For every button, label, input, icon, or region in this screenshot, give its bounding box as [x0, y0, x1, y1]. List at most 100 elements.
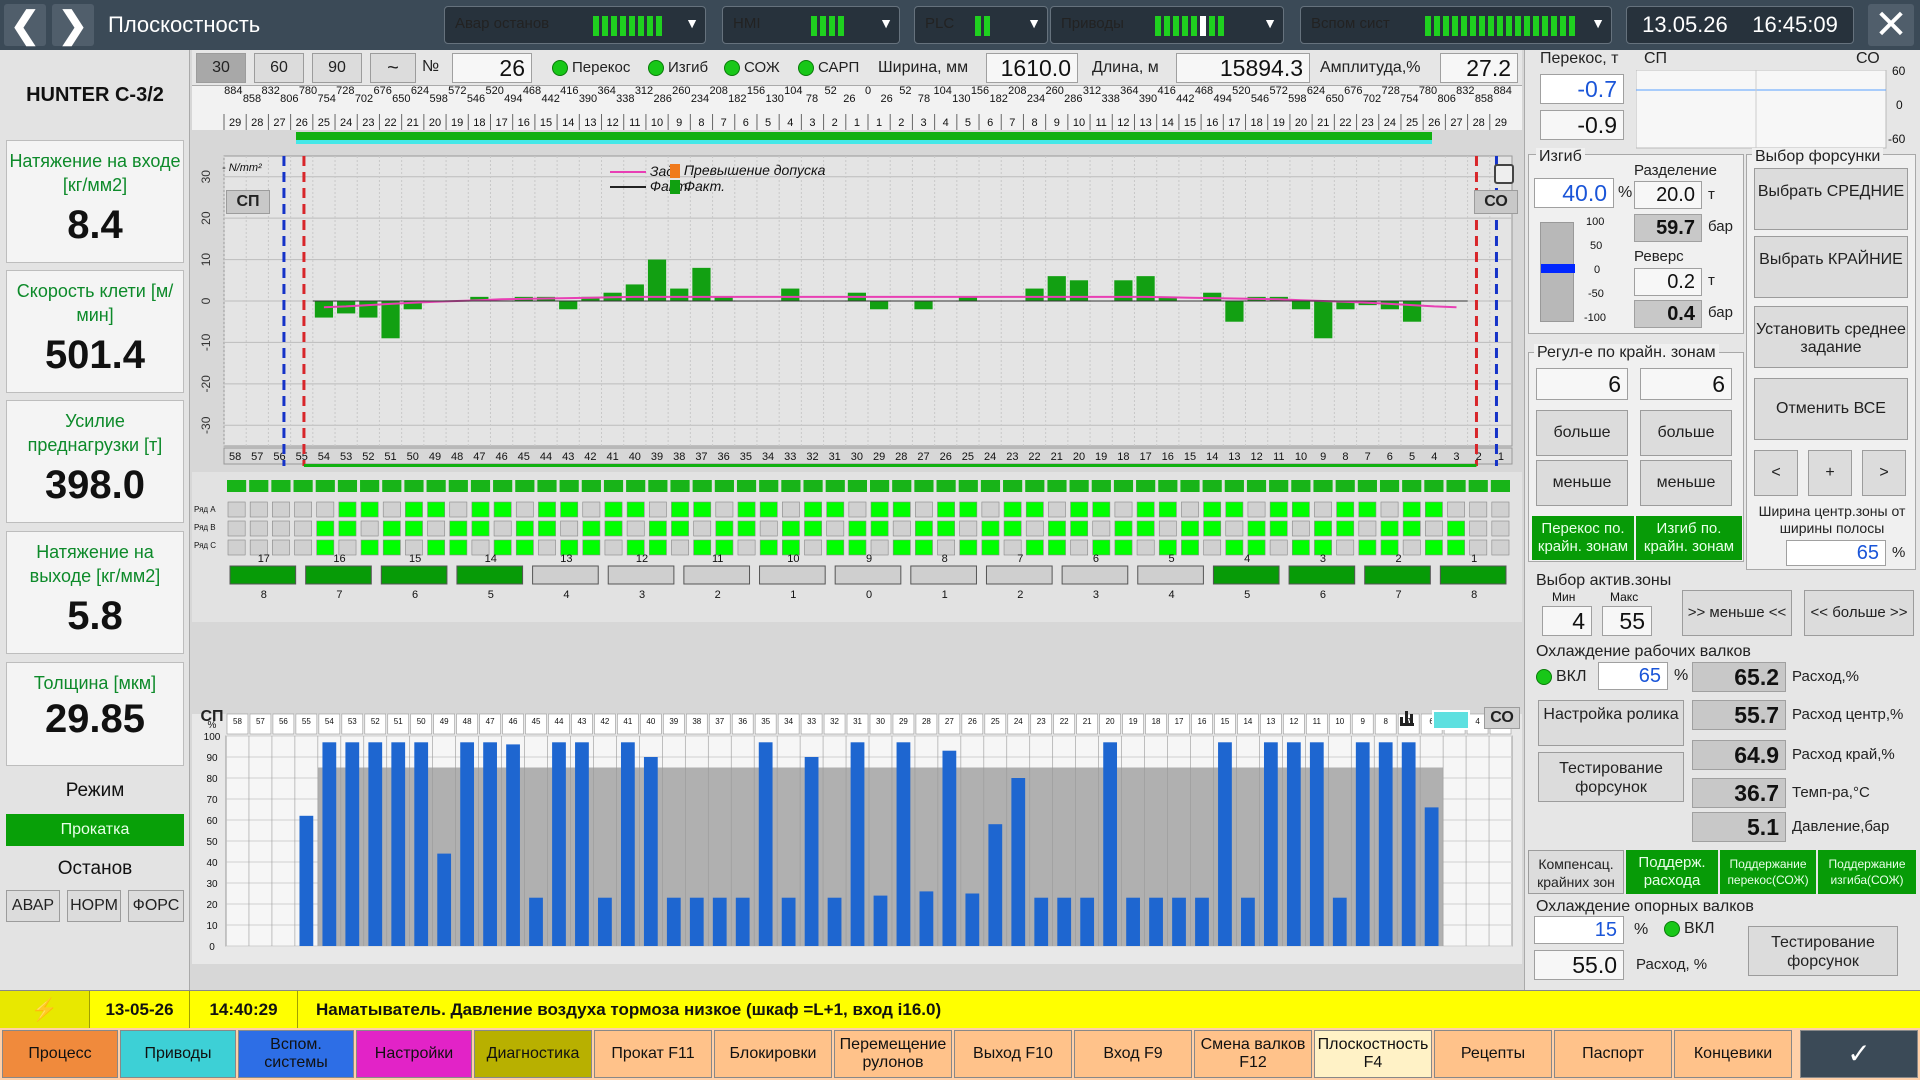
zone-plus-button[interactable]: +: [1808, 450, 1852, 496]
length-label: Длина, м: [1092, 59, 1159, 76]
tab-roll-change-f12[interactable]: Смена валков F12: [1194, 1030, 1312, 1078]
amplitude-value: 27.2: [1440, 53, 1518, 83]
edge-bend-button[interactable]: Изгиб по. крайн. зонам: [1636, 516, 1742, 560]
valve-cell: [560, 520, 579, 537]
flow-hold-button[interactable]: Поддерж. расхода: [1626, 850, 1718, 894]
tab-diagnostics[interactable]: Диагностика: [474, 1030, 592, 1078]
drives-status[interactable]: Приводы ▼: [1050, 6, 1284, 44]
zone-more-button[interactable]: << больше >>: [1804, 590, 1914, 636]
tilt-hold-button[interactable]: Поддержание перекос(СОЖ): [1720, 850, 1816, 894]
mode-rolling-button[interactable]: Прокатка: [6, 814, 184, 846]
valve-group-cell: [607, 565, 675, 585]
aux-systems-status[interactable]: Вспом сист ▼: [1300, 6, 1612, 44]
bar-chart-icon[interactable]: [1400, 711, 1414, 726]
zone-label: 35: [740, 451, 752, 463]
valve-cell: [1291, 539, 1310, 556]
spray-zone-label: 26: [968, 717, 977, 726]
stop-emergency-button[interactable]: АВАР: [6, 890, 60, 922]
flatness-bar: [1225, 301, 1244, 322]
spray-zone-label: 15: [1220, 717, 1229, 726]
work-roll-percent[interactable]: 65: [1598, 662, 1668, 690]
tab-aux-systems[interactable]: Вспом. системы: [238, 1030, 354, 1078]
nozzle-test-button[interactable]: Тестирование форсунок: [1538, 752, 1684, 802]
valve-cell: [1402, 539, 1421, 556]
tab-entry-f9[interactable]: Вход F9: [1074, 1030, 1192, 1078]
tab-coil-transfer[interactable]: Перемещение рулонов: [834, 1030, 952, 1078]
spray-zone-label: 55: [302, 717, 311, 726]
confirm-icon[interactable]: ✓: [1800, 1030, 1918, 1078]
view-toggle[interactable]: [1432, 710, 1470, 730]
alarm-stop-status[interactable]: Авар останов ▼: [444, 6, 706, 44]
tab-passport[interactable]: Паспорт: [1554, 1030, 1672, 1078]
bend-tick: -100: [1584, 312, 1607, 324]
tab-drives[interactable]: Приводы: [120, 1030, 236, 1078]
valve-cell: [848, 520, 867, 537]
back-button[interactable]: ❮: [4, 4, 46, 46]
valve-cell: [693, 501, 712, 518]
valve-group-sub-label: 6: [412, 589, 418, 601]
center-zone-value[interactable]: 65: [1786, 540, 1886, 566]
edge-right-less-button[interactable]: меньше: [1640, 460, 1732, 506]
edge-tilt-button[interactable]: Перекос по. крайн. зонам: [1532, 516, 1634, 560]
spray-zone-label: 25: [991, 717, 1000, 726]
tab-limit-switches[interactable]: Концевики: [1674, 1030, 1792, 1078]
pressure-value: 5.1: [1692, 812, 1786, 842]
tab-rolling-f11[interactable]: Прокат F11: [594, 1030, 712, 1078]
zone-label: 33: [784, 451, 796, 463]
zone-label: 21: [1051, 451, 1063, 463]
ruler-width-label: 442: [1176, 93, 1194, 105]
period-60-button[interactable]: 60: [254, 53, 304, 83]
ruler-zone-label: 10: [651, 117, 663, 129]
active-zone-max[interactable]: 55: [1602, 606, 1652, 636]
valve-top-cell: [692, 480, 712, 492]
edge-left-less-button[interactable]: меньше: [1536, 460, 1628, 506]
select-edge-button[interactable]: Выбрать КРАЙНИЕ: [1754, 236, 1908, 298]
bend-hold-button[interactable]: Поддержание изгиба(СОЖ): [1818, 850, 1916, 894]
valve-cell: [493, 501, 512, 518]
backup-roll-percent[interactable]: 15: [1534, 916, 1624, 944]
edge-compensation-button[interactable]: Компенсац. крайних зон: [1528, 850, 1624, 894]
ruler-width-label: 728: [336, 86, 354, 97]
period-90-button[interactable]: 90: [312, 53, 362, 83]
lightning-icon[interactable]: ⚡: [0, 991, 90, 1029]
zone-less-button[interactable]: >> меньше <<: [1682, 590, 1792, 636]
aux-systems-bars: [1425, 16, 1575, 36]
tab-flatness-f4[interactable]: Плоскостность F4: [1314, 1030, 1432, 1078]
chart-checkbox[interactable]: [1494, 164, 1514, 184]
tab-process[interactable]: Процесс: [2, 1030, 118, 1078]
set-average-button[interactable]: Установить среднее задание: [1754, 306, 1908, 368]
tab-recipes[interactable]: Рецепты: [1434, 1030, 1552, 1078]
valve-top-cell: [1246, 480, 1267, 492]
period-30-button[interactable]: 30: [196, 53, 246, 83]
edge-right-more-button[interactable]: больше: [1640, 410, 1732, 456]
backup-nozzle-test-button[interactable]: Тестирование форсунок: [1748, 926, 1898, 976]
ruler-zone-label: 18: [1250, 117, 1262, 129]
hmi-status[interactable]: HMI ▼: [722, 6, 900, 44]
aux-systems-label: Вспом сист: [1311, 15, 1390, 32]
select-middle-button[interactable]: Выбрать СРЕДНИЕ: [1754, 168, 1908, 230]
tab-exit-f10[interactable]: Выход F10: [954, 1030, 1072, 1078]
valve-group-label: 4: [1244, 553, 1250, 565]
drives-bars: [1155, 16, 1224, 36]
tab-settings[interactable]: Настройки: [356, 1030, 472, 1078]
roller-setup-button[interactable]: Настройка ролика: [1538, 700, 1684, 746]
chevron-down-icon: ▼: [685, 15, 699, 31]
stop-forced-button[interactable]: ФОРС: [128, 890, 184, 922]
close-button[interactable]: ✕: [1868, 4, 1914, 46]
ruler-width-label: 468: [1195, 86, 1213, 97]
ruler-zone-label: 20: [429, 117, 441, 129]
edge-left-more-button[interactable]: больше: [1536, 410, 1628, 456]
valve-cell: [1491, 501, 1510, 518]
min-label: Мин: [1552, 590, 1576, 604]
stop-normal-button[interactable]: НОРМ: [67, 890, 121, 922]
ruler-width-label: 520: [1232, 86, 1250, 97]
zone-right-button[interactable]: >: [1862, 450, 1906, 496]
ruler-zone-label: 17: [1228, 117, 1240, 129]
zone-left-button[interactable]: <: [1754, 450, 1798, 496]
forward-button[interactable]: ❯: [52, 4, 94, 46]
active-zone-min[interactable]: 4: [1542, 606, 1592, 636]
tab-interlocks[interactable]: Блокировки: [714, 1030, 832, 1078]
plc-status[interactable]: PLC ▼: [914, 6, 1048, 44]
tilde-button[interactable]: ~: [370, 53, 416, 83]
cancel-all-button[interactable]: Отменить ВСЕ: [1754, 378, 1908, 440]
